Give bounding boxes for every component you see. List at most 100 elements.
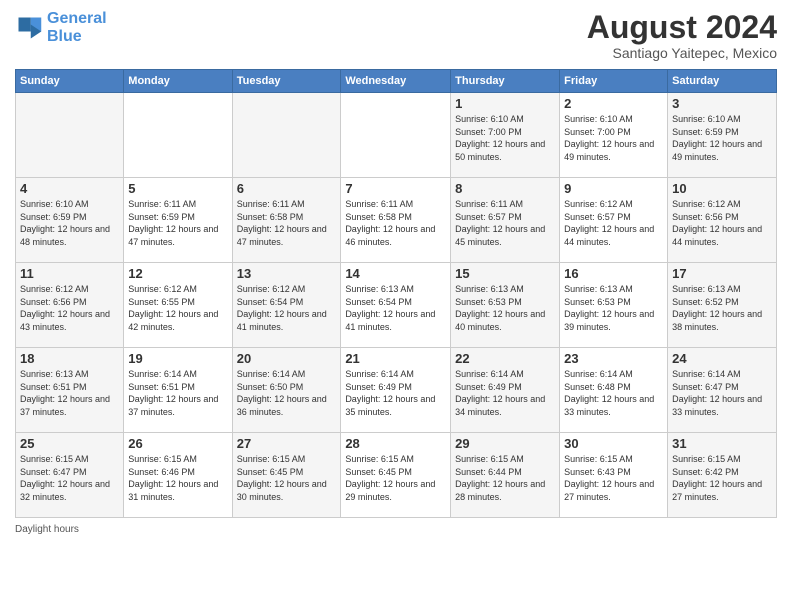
calendar-cell: 14 Sunrise: 6:13 AMSunset: 6:54 PMDayligh…	[341, 263, 451, 348]
day-info: Sunrise: 6:15 AMSunset: 6:46 PMDaylight:…	[128, 453, 227, 503]
calendar-cell: 19 Sunrise: 6:14 AMSunset: 6:51 PMDayligh…	[124, 348, 232, 433]
calendar-cell: 17 Sunrise: 6:13 AMSunset: 6:52 PMDayligh…	[668, 263, 777, 348]
page: General Blue August 2024 Santiago Yaitep…	[0, 0, 792, 612]
header-day-friday: Friday	[560, 70, 668, 93]
week-row-3: 18 Sunrise: 6:13 AMSunset: 6:51 PMDayligh…	[16, 348, 777, 433]
logo-text: General Blue	[47, 10, 107, 45]
calendar-cell: 5 Sunrise: 6:11 AMSunset: 6:59 PMDaylight…	[124, 178, 232, 263]
day-info: Sunrise: 6:15 AMSunset: 6:42 PMDaylight:…	[672, 453, 772, 503]
logo: General Blue	[15, 10, 107, 45]
calendar-cell: 3 Sunrise: 6:10 AMSunset: 6:59 PMDaylight…	[668, 93, 777, 178]
header-day-tuesday: Tuesday	[232, 70, 341, 93]
calendar-cell: 6Sunrise: 6:11 AMSunset: 6:58 PMDaylight…	[232, 178, 341, 263]
day-number: 13	[237, 266, 337, 281]
calendar-cell: 27 Sunrise: 6:15 AMSunset: 6:45 PMDayligh…	[232, 433, 341, 518]
calendar-cell	[124, 93, 232, 178]
logo-line1: General	[47, 10, 107, 27]
header: General Blue August 2024 Santiago Yaitep…	[15, 10, 777, 61]
main-title: August 2024	[587, 10, 777, 45]
header-day-wednesday: Wednesday	[341, 70, 451, 93]
day-info: Sunrise: 6:11 AMSunset: 6:59 PMDaylight:…	[128, 198, 227, 248]
day-number: 11	[20, 266, 119, 281]
calendar-cell: 28Sunrise: 6:15 AMSunset: 6:45 PMDayligh…	[341, 433, 451, 518]
footer-text: Daylight hours	[15, 524, 79, 535]
calendar-table: SundayMondayTuesdayWednesdayThursdayFrid…	[15, 69, 777, 518]
day-number: 4	[20, 181, 119, 196]
day-info: Sunrise: 6:14 AMSunset: 6:49 PMDaylight:…	[455, 368, 555, 418]
day-number: 27	[237, 436, 337, 451]
day-info: Sunrise: 6:12 AMSunset: 6:55 PMDaylight:…	[128, 283, 227, 333]
day-number: 22	[455, 351, 555, 366]
calendar-cell: 7 Sunrise: 6:11 AMSunset: 6:58 PMDaylight…	[341, 178, 451, 263]
day-number: 29	[455, 436, 555, 451]
day-info: Sunrise: 6:13 AMSunset: 6:51 PMDaylight:…	[20, 368, 119, 418]
day-number: 23	[564, 351, 663, 366]
day-number: 26	[128, 436, 227, 451]
logo-icon	[15, 14, 43, 42]
footer: Daylight hours	[15, 524, 777, 535]
day-number: 8	[455, 181, 555, 196]
day-info: Sunrise: 6:13 AMSunset: 6:54 PMDaylight:…	[345, 283, 446, 333]
day-number: 31	[672, 436, 772, 451]
day-info: Sunrise: 6:10 AMSunset: 7:00 PMDaylight:…	[455, 113, 555, 163]
day-number: 1	[455, 96, 555, 111]
header-day-thursday: Thursday	[451, 70, 560, 93]
calendar-cell	[232, 93, 341, 178]
calendar-cell: 11 Sunrise: 6:12 AMSunset: 6:56 PMDayligh…	[16, 263, 124, 348]
day-info: Sunrise: 6:15 AMSunset: 6:47 PMDaylight:…	[20, 453, 119, 503]
day-number: 19	[128, 351, 227, 366]
calendar-cell: 18 Sunrise: 6:13 AMSunset: 6:51 PMDayligh…	[16, 348, 124, 433]
day-number: 20	[237, 351, 337, 366]
day-number: 3	[672, 96, 772, 111]
day-number: 25	[20, 436, 119, 451]
calendar-cell: 25 Sunrise: 6:15 AMSunset: 6:47 PMDayligh…	[16, 433, 124, 518]
week-row-2: 11 Sunrise: 6:12 AMSunset: 6:56 PMDayligh…	[16, 263, 777, 348]
day-info: Sunrise: 6:12 AMSunset: 6:57 PMDaylight:…	[564, 198, 663, 248]
header-day-monday: Monday	[124, 70, 232, 93]
day-info: Sunrise: 6:10 AMSunset: 6:59 PMDaylight:…	[672, 113, 772, 163]
day-info: Sunrise: 6:11 AMSunset: 6:57 PMDaylight:…	[455, 198, 555, 248]
logo-line2: Blue	[47, 28, 82, 45]
calendar-cell: 4 Sunrise: 6:10 AMSunset: 6:59 PMDaylight…	[16, 178, 124, 263]
calendar-cell: 23Sunrise: 6:14 AMSunset: 6:48 PMDayligh…	[560, 348, 668, 433]
day-info: Sunrise: 6:15 AMSunset: 6:43 PMDaylight:…	[564, 453, 663, 503]
week-row-0: 1 Sunrise: 6:10 AMSunset: 7:00 PMDaylight…	[16, 93, 777, 178]
day-number: 16	[564, 266, 663, 281]
calendar-cell: 21Sunrise: 6:14 AMSunset: 6:49 PMDayligh…	[341, 348, 451, 433]
day-info: Sunrise: 6:15 AMSunset: 6:45 PMDaylight:…	[237, 453, 337, 503]
day-info: Sunrise: 6:13 AMSunset: 6:53 PMDaylight:…	[455, 283, 555, 333]
header-row: SundayMondayTuesdayWednesdayThursdayFrid…	[16, 70, 777, 93]
calendar-cell: 22 Sunrise: 6:14 AMSunset: 6:49 PMDayligh…	[451, 348, 560, 433]
day-info: Sunrise: 6:11 AMSunset: 6:58 PMDaylight:…	[345, 198, 446, 248]
day-number: 6	[237, 181, 337, 196]
day-info: Sunrise: 6:12 AMSunset: 6:56 PMDaylight:…	[20, 283, 119, 333]
calendar-cell: 1 Sunrise: 6:10 AMSunset: 7:00 PMDaylight…	[451, 93, 560, 178]
day-info: Sunrise: 6:12 AMSunset: 6:56 PMDaylight:…	[672, 198, 772, 248]
calendar-cell: 26 Sunrise: 6:15 AMSunset: 6:46 PMDayligh…	[124, 433, 232, 518]
day-number: 14	[345, 266, 446, 281]
day-number: 17	[672, 266, 772, 281]
day-number: 12	[128, 266, 227, 281]
day-info: Sunrise: 6:14 AMSunset: 6:51 PMDaylight:…	[128, 368, 227, 418]
day-number: 10	[672, 181, 772, 196]
title-block: August 2024 Santiago Yaitepec, Mexico	[587, 10, 777, 61]
calendar-cell: 29 Sunrise: 6:15 AMSunset: 6:44 PMDayligh…	[451, 433, 560, 518]
day-number: 21	[345, 351, 446, 366]
day-number: 18	[20, 351, 119, 366]
day-info: Sunrise: 6:15 AMSunset: 6:44 PMDaylight:…	[455, 453, 555, 503]
day-number: 15	[455, 266, 555, 281]
day-number: 7	[345, 181, 446, 196]
day-number: 5	[128, 181, 227, 196]
header-day-sunday: Sunday	[16, 70, 124, 93]
day-number: 2	[564, 96, 663, 111]
day-info: Sunrise: 6:12 AMSunset: 6:54 PMDaylight:…	[237, 283, 337, 333]
week-row-4: 25 Sunrise: 6:15 AMSunset: 6:47 PMDayligh…	[16, 433, 777, 518]
day-info: Sunrise: 6:10 AMSunset: 6:59 PMDaylight:…	[20, 198, 119, 248]
day-info: Sunrise: 6:15 AMSunset: 6:45 PMDaylight:…	[345, 453, 446, 503]
calendar-cell: 15 Sunrise: 6:13 AMSunset: 6:53 PMDayligh…	[451, 263, 560, 348]
calendar-cell: 8 Sunrise: 6:11 AMSunset: 6:57 PMDaylight…	[451, 178, 560, 263]
day-number: 24	[672, 351, 772, 366]
day-number: 9	[564, 181, 663, 196]
calendar-cell: 24Sunrise: 6:14 AMSunset: 6:47 PMDayligh…	[668, 348, 777, 433]
day-info: Sunrise: 6:13 AMSunset: 6:52 PMDaylight:…	[672, 283, 772, 333]
